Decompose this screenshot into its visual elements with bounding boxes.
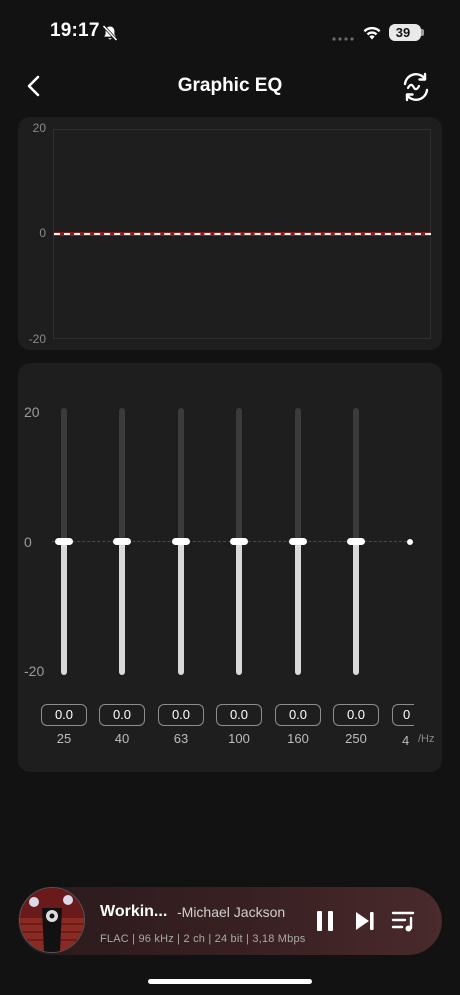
band-track-lower[interactable] — [119, 541, 125, 675]
band-track-upper[interactable] — [295, 408, 301, 541]
band-frequency-label: 160 — [287, 731, 309, 746]
band-track-lower[interactable] — [353, 541, 359, 675]
page-title: Graphic EQ — [177, 75, 283, 96]
track-artist: -Michael Jackson — [177, 904, 286, 920]
band-track-upper[interactable] — [353, 408, 359, 541]
playlist-icon[interactable] — [391, 909, 417, 933]
skip-next-icon[interactable] — [354, 910, 376, 932]
band-value-box[interactable]: 0.0 — [275, 704, 321, 726]
battery-cap — [421, 29, 424, 36]
band-knob[interactable] — [289, 537, 307, 545]
eq-curve-line — [54, 232, 431, 236]
band-track-lower[interactable] — [295, 541, 301, 675]
band-value-box[interactable]: 0.0 — [158, 704, 204, 726]
band-knob[interactable] — [230, 537, 248, 545]
slider-ylabel-bottom: -20 — [24, 663, 45, 679]
band-knob[interactable] — [347, 537, 365, 545]
battery-indicator: 39 — [389, 24, 421, 41]
slider-ylabel-top: 20 — [24, 404, 40, 420]
band-knob[interactable] — [55, 537, 73, 545]
signal-dots-icon — [332, 37, 354, 41]
band-value-box[interactable]: 0.0 — [99, 704, 145, 726]
band-frequency-label: 63 — [173, 731, 189, 746]
band-value-box[interactable]: 0.0 — [333, 704, 379, 726]
band-frequency-label: 100 — [228, 731, 250, 746]
band-track-lower[interactable] — [178, 541, 184, 675]
band-track-lower[interactable] — [236, 541, 242, 675]
band-knob[interactable] — [172, 537, 190, 545]
band-track-upper[interactable] — [119, 408, 125, 541]
track-title: Workin... — [100, 903, 168, 920]
band-frequency-label: 25 — [56, 731, 72, 746]
band-knob[interactable] — [113, 537, 131, 545]
pause-icon[interactable] — [316, 910, 334, 932]
band-track-lower[interactable] — [61, 541, 67, 675]
album-cover[interactable] — [19, 887, 85, 953]
band-track-upper[interactable] — [61, 408, 67, 541]
band-track-upper[interactable] — [178, 408, 184, 541]
band-frequency-label: 250 — [345, 731, 367, 746]
battery-level: 39 — [395, 25, 411, 40]
curve-ylabel-bottom: -20 — [28, 332, 46, 346]
band-track-upper[interactable] — [236, 408, 242, 541]
band-knob[interactable] — [407, 539, 413, 545]
status-time: 19:17 — [50, 20, 100, 41]
curve-ylabel-zero: 0 — [39, 226, 46, 240]
band-frequency-label: 4 — [402, 733, 410, 748]
band-value-box[interactable]: 0.0 — [41, 704, 87, 726]
home-indicator — [148, 979, 312, 984]
frequency-unit: /Hz — [418, 733, 435, 745]
curve-switch-icon[interactable] — [399, 70, 433, 104]
wifi-icon — [363, 26, 381, 40]
bell-muted-icon — [102, 24, 118, 42]
track-format-info: FLAC | 96 kHz | 2 ch | 24 bit | 3,18 Mbp… — [100, 933, 306, 945]
curve-ylabel-top: 20 — [32, 121, 46, 135]
band-value-box[interactable]: 0 — [392, 704, 414, 726]
band-frequency-label: 40 — [114, 731, 130, 746]
album-art — [20, 888, 84, 952]
slider-ylabel-zero: 0 — [24, 534, 32, 550]
band-value-box[interactable]: 0.0 — [216, 704, 262, 726]
